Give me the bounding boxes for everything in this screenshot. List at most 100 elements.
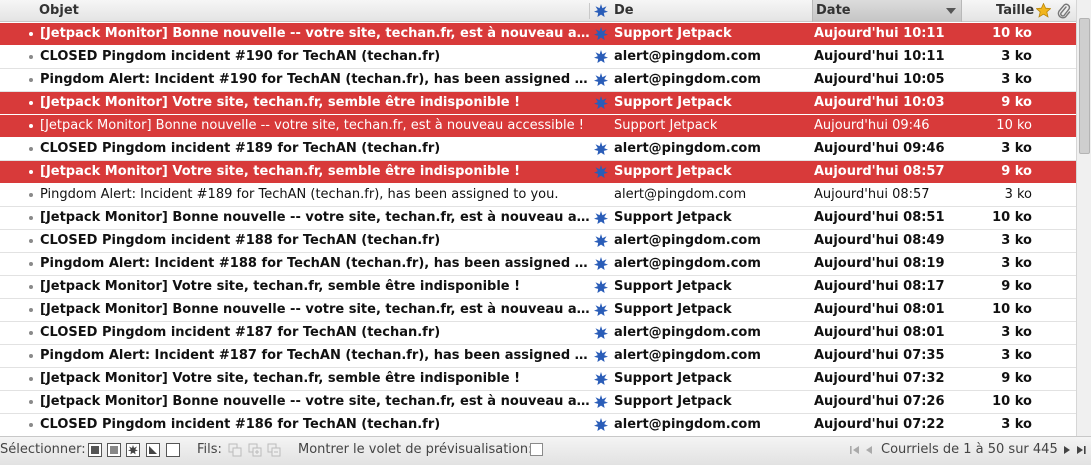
- message-from[interactable]: alert@pingdom.com: [614, 69, 804, 91]
- message-row[interactable]: CLOSED Pingdom incident #189 for TechAN …: [0, 138, 1076, 161]
- star-burst-icon[interactable]: [594, 326, 608, 340]
- star-burst-icon[interactable]: [594, 73, 608, 87]
- star-burst-icon[interactable]: [594, 211, 608, 225]
- message-row[interactable]: [Jetpack Monitor] Votre site, techan.fr,…: [0, 368, 1076, 391]
- star-burst-icon[interactable]: [594, 165, 608, 179]
- star-burst-icon[interactable]: [594, 142, 608, 156]
- message-row[interactable]: [Jetpack Monitor] Bonne nouvelle -- votr…: [0, 207, 1076, 230]
- message-size: 10 ko: [996, 118, 1032, 133]
- message-subject[interactable]: [Jetpack Monitor] Votre site, techan.fr,…: [40, 161, 590, 183]
- select-unread-button[interactable]: [126, 443, 140, 457]
- message-from[interactable]: alert@pingdom.com: [614, 184, 804, 206]
- star-burst-icon[interactable]: [594, 372, 608, 386]
- message-row[interactable]: CLOSED Pingdom incident #187 for TechAN …: [0, 322, 1076, 345]
- message-subject[interactable]: [Jetpack Monitor] Bonne nouvelle -- votr…: [40, 299, 590, 321]
- message-from[interactable]: Support Jetpack: [614, 391, 804, 413]
- message-from[interactable]: alert@pingdom.com: [614, 230, 804, 252]
- message-subject[interactable]: [Jetpack Monitor] Votre site, techan.fr,…: [40, 92, 590, 114]
- message-row[interactable]: [Jetpack Monitor] Bonne nouvelle -- votr…: [0, 299, 1076, 322]
- next-page-icon[interactable]: [1061, 444, 1073, 456]
- message-row[interactable]: [Jetpack Monitor] Votre site, techan.fr,…: [0, 92, 1076, 115]
- message-from[interactable]: alert@pingdom.com: [614, 46, 804, 68]
- column-header-from[interactable]: De: [614, 0, 634, 22]
- message-row[interactable]: [Jetpack Monitor] Bonne nouvelle -- votr…: [0, 391, 1076, 414]
- collapse-threads-icon[interactable]: [267, 443, 281, 457]
- message-from[interactable]: alert@pingdom.com: [614, 345, 804, 367]
- message-from[interactable]: Support Jetpack: [614, 276, 804, 298]
- message-subject[interactable]: [Jetpack Monitor] Bonne nouvelle -- votr…: [40, 115, 590, 137]
- message-subject[interactable]: [Jetpack Monitor] Bonne nouvelle -- votr…: [40, 207, 590, 229]
- star-burst-icon[interactable]: [594, 234, 608, 248]
- scrollbar-thumb[interactable]: [1079, 18, 1090, 154]
- preview-pane-checkbox[interactable]: [530, 443, 543, 456]
- message-row[interactable]: CLOSED Pingdom incident #190 for TechAN …: [0, 46, 1076, 69]
- message-from[interactable]: Support Jetpack: [614, 161, 804, 183]
- column-header-size[interactable]: Taille: [996, 0, 1034, 22]
- message-row[interactable]: [Jetpack Monitor] Votre site, techan.fr,…: [0, 161, 1076, 184]
- message-row[interactable]: CLOSED Pingdom incident #186 for TechAN …: [0, 414, 1076, 437]
- star-burst-icon[interactable]: [594, 96, 608, 110]
- message-size: 3 ko: [1001, 417, 1032, 432]
- thread-list-icon[interactable]: [228, 443, 242, 457]
- column-header-subject[interactable]: Objet: [39, 0, 79, 22]
- message-size: 3 ko: [1001, 256, 1032, 271]
- star-burst-icon[interactable]: [594, 303, 608, 317]
- first-page-icon[interactable]: [849, 444, 861, 456]
- message-subject[interactable]: CLOSED Pingdom incident #186 for TechAN …: [40, 414, 590, 436]
- message-date: Aujourd'hui 10:11: [814, 26, 945, 41]
- message-row[interactable]: Pingdom Alert: Incident #187 for TechAN …: [0, 345, 1076, 368]
- message-from[interactable]: alert@pingdom.com: [614, 138, 804, 160]
- message-row[interactable]: [Jetpack Monitor] Bonne nouvelle -- votr…: [0, 23, 1076, 46]
- star-burst-icon[interactable]: [594, 50, 608, 64]
- message-subject[interactable]: CLOSED Pingdom incident #187 for TechAN …: [40, 322, 590, 344]
- message-from[interactable]: Support Jetpack: [614, 23, 804, 45]
- message-subject[interactable]: CLOSED Pingdom incident #188 for TechAN …: [40, 230, 590, 252]
- message-row[interactable]: Pingdom Alert: Incident #188 for TechAN …: [0, 253, 1076, 276]
- message-from[interactable]: Support Jetpack: [614, 92, 804, 114]
- expand-threads-icon[interactable]: [248, 443, 262, 457]
- message-bullet-icon: [29, 400, 33, 404]
- message-subject[interactable]: [Jetpack Monitor] Votre site, techan.fr,…: [40, 276, 590, 298]
- prev-page-icon[interactable]: [863, 444, 875, 456]
- star-burst-icon[interactable]: [594, 395, 608, 409]
- message-subject[interactable]: Pingdom Alert: Incident #190 for TechAN …: [40, 69, 590, 91]
- paperclip-icon[interactable]: [1057, 3, 1071, 19]
- message-from[interactable]: Support Jetpack: [614, 299, 804, 321]
- message-subject[interactable]: [Jetpack Monitor] Bonne nouvelle -- votr…: [40, 391, 590, 413]
- message-subject[interactable]: Pingdom Alert: Incident #187 for TechAN …: [40, 345, 590, 367]
- select-page-button[interactable]: [107, 443, 121, 457]
- star-icon[interactable]: [1036, 3, 1051, 18]
- message-from[interactable]: alert@pingdom.com: [614, 414, 804, 436]
- message-row[interactable]: [Jetpack Monitor] Bonne nouvelle -- votr…: [0, 115, 1076, 138]
- select-flagged-button[interactable]: [146, 443, 160, 457]
- message-bullet-icon: [29, 285, 33, 289]
- last-page-icon[interactable]: [1075, 444, 1087, 456]
- message-subject[interactable]: CLOSED Pingdom incident #190 for TechAN …: [40, 46, 590, 68]
- message-subject[interactable]: CLOSED Pingdom incident #189 for TechAN …: [40, 138, 590, 160]
- select-none-button[interactable]: [166, 443, 180, 457]
- message-from[interactable]: alert@pingdom.com: [614, 322, 804, 344]
- message-row[interactable]: Pingdom Alert: Incident #190 for TechAN …: [0, 69, 1076, 92]
- message-from[interactable]: Support Jetpack: [614, 115, 804, 137]
- star-burst-icon[interactable]: [594, 418, 608, 432]
- message-row[interactable]: CLOSED Pingdom incident #188 for TechAN …: [0, 230, 1076, 253]
- column-header-date[interactable]: Date: [816, 0, 851, 22]
- star-burst-icon[interactable]: [594, 349, 608, 363]
- message-from[interactable]: alert@pingdom.com: [614, 253, 804, 275]
- star-burst-icon[interactable]: [594, 257, 608, 271]
- message-row[interactable]: Pingdom Alert: Incident #189 for TechAN …: [0, 184, 1076, 207]
- message-subject[interactable]: [Jetpack Monitor] Bonne nouvelle -- votr…: [40, 23, 590, 45]
- message-subject[interactable]: Pingdom Alert: Incident #189 for TechAN …: [40, 184, 590, 206]
- column-divider[interactable]: [589, 3, 590, 19]
- vertical-scrollbar[interactable]: [1076, 0, 1091, 436]
- sort-descending-icon[interactable]: [946, 8, 956, 14]
- select-all-button[interactable]: [88, 443, 102, 457]
- message-from[interactable]: Support Jetpack: [614, 207, 804, 229]
- star-burst-icon[interactable]: [594, 280, 608, 294]
- message-from[interactable]: Support Jetpack: [614, 368, 804, 390]
- star-burst-icon[interactable]: [594, 27, 608, 41]
- message-bullet-icon: [29, 147, 33, 151]
- message-subject[interactable]: [Jetpack Monitor] Votre site, techan.fr,…: [40, 368, 590, 390]
- message-subject[interactable]: Pingdom Alert: Incident #188 for TechAN …: [40, 253, 590, 275]
- message-row[interactable]: [Jetpack Monitor] Votre site, techan.fr,…: [0, 276, 1076, 299]
